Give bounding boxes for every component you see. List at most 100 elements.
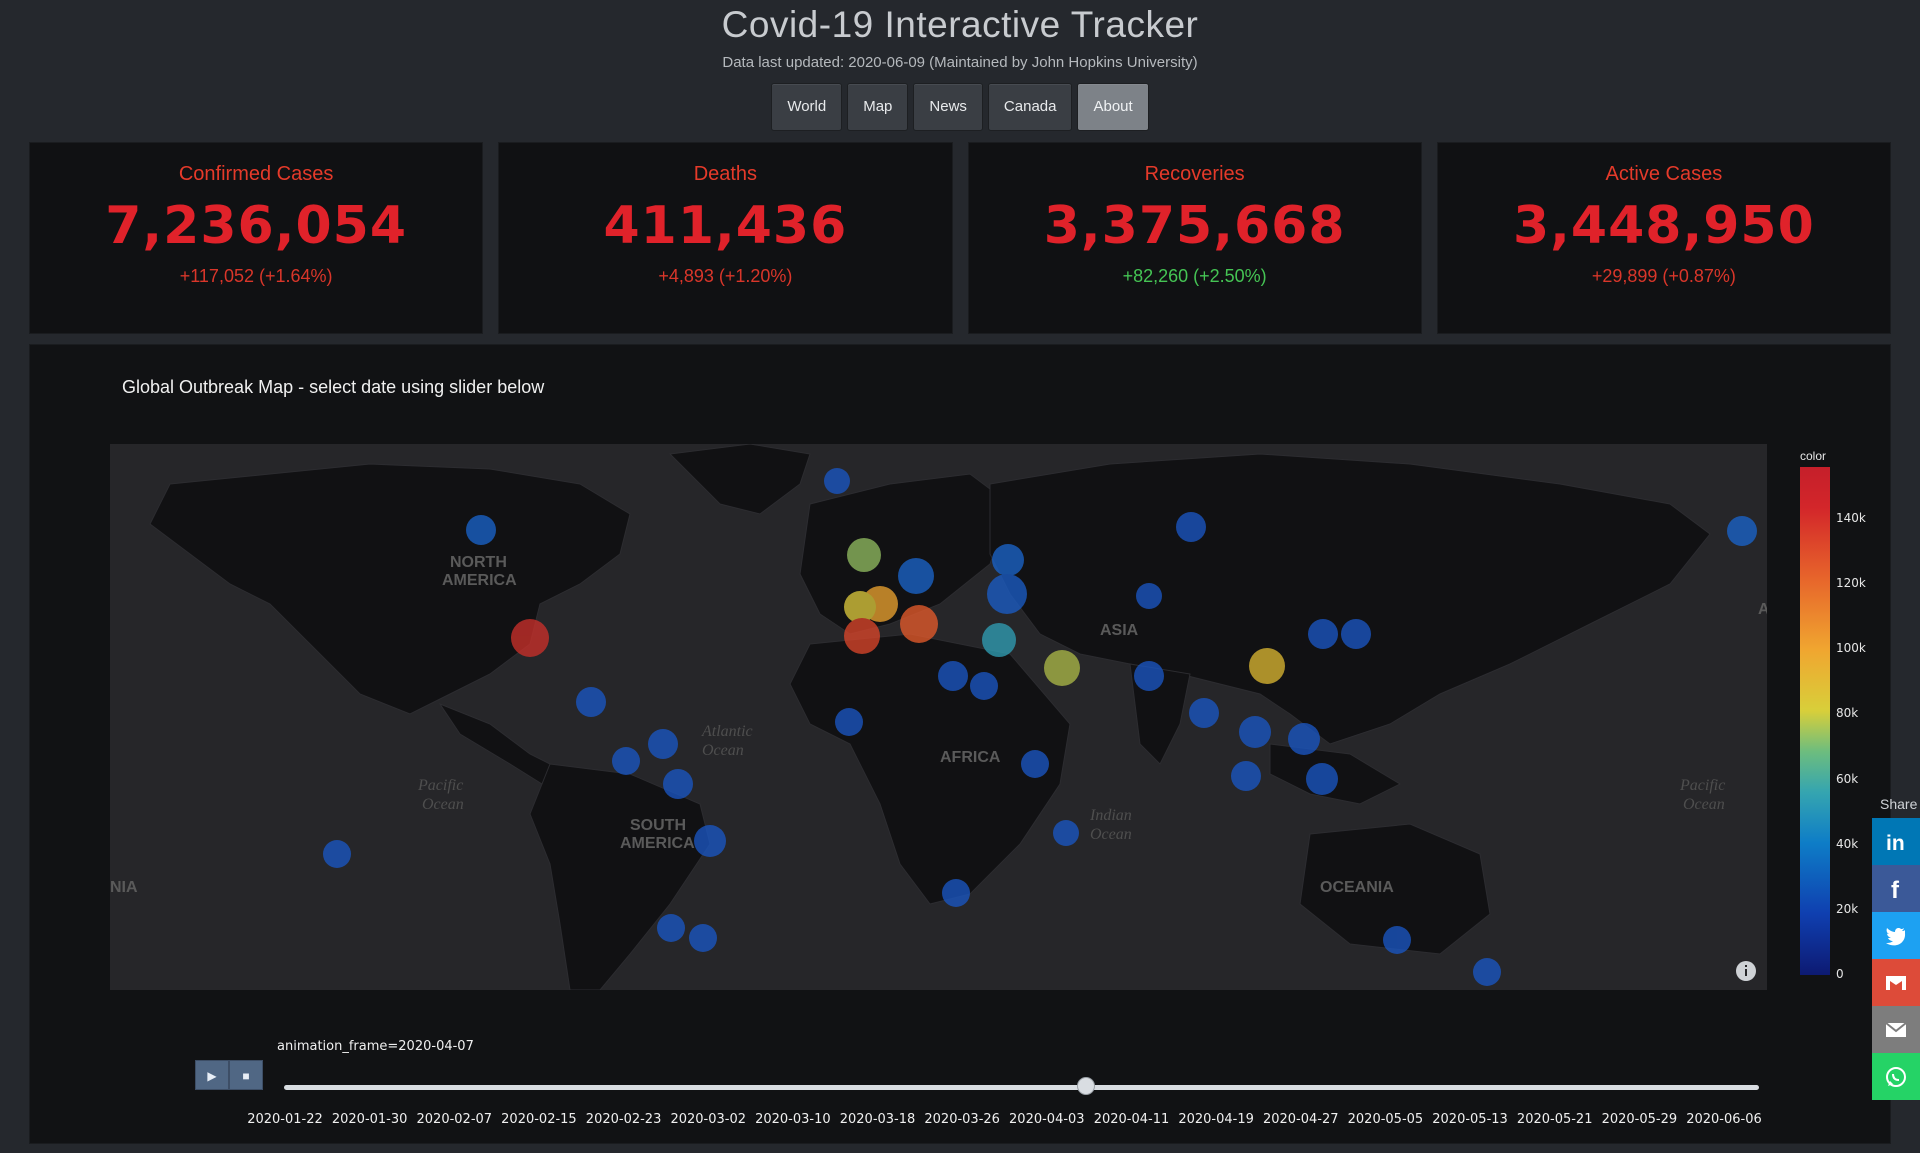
- card-value: 411,436: [603, 196, 848, 256]
- date-tick-label: 2020-05-13: [1432, 1112, 1508, 1127]
- bubble-kazakhstan[interactable]: [1176, 512, 1206, 542]
- card-value: 3,375,668: [1043, 196, 1346, 256]
- bubble-iran[interactable]: [1044, 650, 1080, 686]
- card-delta: +4,893 (+1.20%): [658, 266, 793, 286]
- whatsapp-share-button[interactable]: [1872, 1053, 1920, 1100]
- nav-map-button[interactable]: Map: [847, 83, 909, 131]
- bubble-vietnam[interactable]: [1288, 723, 1320, 755]
- bubble-alaska[interactable]: [1727, 516, 1757, 546]
- bubble-new-zealand[interactable]: [1473, 958, 1501, 986]
- date-slider[interactable]: [284, 1077, 1759, 1095]
- bubble-netherlands[interactable]: [898, 558, 934, 594]
- play-button[interactable]: ▶: [195, 1060, 229, 1090]
- bubble-australia[interactable]: [1383, 926, 1411, 954]
- bubble-turkey[interactable]: [982, 623, 1016, 657]
- pacific-ocean-label: Pacific: [1679, 777, 1725, 794]
- map-title: Global Outbreak Map - select date using …: [122, 377, 545, 397]
- email-share-button[interactable]: [1872, 1006, 1920, 1053]
- card-delta: +29,899 (+0.87%): [1591, 266, 1736, 286]
- world-map[interactable]: NORTH AMERICA SOUTH AMERICA AFRICA ASIA …: [110, 444, 1767, 990]
- date-tick-label: 2020-05-29: [1601, 1112, 1678, 1127]
- date-tick-label: 2020-03-02: [670, 1112, 747, 1127]
- land-masses: [149, 444, 1711, 990]
- bubble-chile[interactable]: [657, 914, 685, 942]
- date-tick-label: 2020-04-27: [1262, 1112, 1339, 1127]
- linkedin-icon: in: [1886, 832, 1905, 855]
- nav-about-button[interactable]: About: [1077, 83, 1149, 131]
- map-canvas[interactable]: NORTH AMERICA SOUTH AMERICA AFRICA ASIA …: [110, 444, 1767, 990]
- bubble-egypt[interactable]: [938, 661, 968, 691]
- asia-land: [989, 453, 1711, 745]
- twitter-share-button[interactable]: [1872, 912, 1920, 959]
- bubble-south-africa[interactable]: [942, 879, 970, 907]
- gmail-share-button[interactable]: [1872, 959, 1920, 1006]
- colorbar-tick-label: 80k: [1836, 706, 1859, 721]
- animation-frame-label: animation_frame=2020-04-07: [277, 1039, 474, 1054]
- date-tick-label: 2020-05-21: [1516, 1112, 1593, 1127]
- south-america-label: AMERICA: [620, 835, 695, 852]
- bubble-ecuador[interactable]: [612, 747, 640, 775]
- bubble-malaysia[interactable]: [1231, 761, 1261, 791]
- share-label: Share: [1880, 796, 1918, 812]
- svg-text:f: f: [1891, 877, 1900, 902]
- nav-world-button[interactable]: World: [771, 83, 843, 131]
- bubble-russia[interactable]: [992, 544, 1024, 576]
- bubble-iceland[interactable]: [824, 468, 850, 494]
- card-value: 3,448,950: [1512, 196, 1815, 256]
- colorbar-tick-label: 100k: [1836, 641, 1866, 656]
- bubble-brazil[interactable]: [694, 825, 726, 857]
- nav-canada-button[interactable]: Canada: [987, 83, 1073, 131]
- pacific-ocean-label: Ocean: [422, 796, 464, 813]
- date-tick-label: 2020-06-06: [1686, 1112, 1762, 1127]
- bubble-china[interactable]: [1249, 648, 1285, 684]
- bubble-japan[interactable]: [1341, 619, 1371, 649]
- colorbar-tick-label: 20k: [1836, 901, 1859, 916]
- date-tick-labels: 2020-01-22 2020-01-30 2020-02-07 2020-02-15…: [30, 1112, 1890, 1132]
- facebook-icon: f: [1891, 877, 1900, 902]
- facebook-share-button[interactable]: f: [1872, 865, 1920, 912]
- bubble-peru[interactable]: [663, 769, 693, 799]
- bubble-uk[interactable]: [847, 538, 881, 572]
- clipped-region-label: A: [1758, 601, 1767, 618]
- atlantic-ocean-label: Atlantic: [701, 723, 753, 740]
- bubble-usa[interactable]: [511, 619, 549, 657]
- bubble-korea[interactable]: [1308, 619, 1338, 649]
- bubble-indonesia[interactable]: [1306, 763, 1338, 795]
- card-delta: +82,260 (+2.50%): [1122, 266, 1267, 286]
- bubble-mexico[interactable]: [576, 687, 606, 717]
- nav-news-button[interactable]: News: [913, 83, 983, 131]
- card-title: Active Cases: [1605, 163, 1723, 185]
- bubble-italy[interactable]: [900, 605, 938, 643]
- bubble-colombia[interactable]: [648, 729, 678, 759]
- bubble-bangladesh[interactable]: [1189, 698, 1219, 728]
- slider-thumb[interactable]: [1076, 1077, 1095, 1095]
- bubble-saudi[interactable]: [970, 672, 998, 700]
- active-cases-card: Active Cases 3,448,950 +29,899 (+0.87%): [1436, 142, 1891, 334]
- date-tick-label: 2020-03-26: [924, 1112, 1000, 1127]
- bubble-argentina[interactable]: [689, 924, 717, 952]
- envelope-icon: [1885, 1021, 1907, 1037]
- bubble-west-africa[interactable]: [835, 708, 863, 736]
- date-tick-label: 2020-05-05: [1347, 1112, 1424, 1127]
- info-icon[interactable]: [1735, 960, 1757, 982]
- stop-button[interactable]: ■: [229, 1060, 263, 1090]
- bubble-thailand[interactable]: [1239, 716, 1271, 748]
- colorbar-legend: color 140k 120k 100k 80k 60k 40k 20k 0: [1800, 449, 1866, 981]
- stats-cards: Confirmed Cases 7,236,054 +117,052 (+1.6…: [29, 142, 1891, 334]
- date-tick-label: 2020-01-22: [247, 1112, 323, 1127]
- asia-label: ASIA: [1100, 622, 1139, 639]
- bubble-hawaii[interactable]: [323, 840, 351, 868]
- bubble-canada[interactable]: [466, 515, 496, 545]
- card-title: Recoveries: [1144, 163, 1245, 185]
- outbreak-map-panel: Global Outbreak Map - select date using …: [29, 344, 1891, 1144]
- recoveries-card: Recoveries 3,375,668 +82,260 (+2.50%): [967, 142, 1422, 334]
- whatsapp-icon: [1886, 1066, 1906, 1087]
- bubble-madagascar[interactable]: [1053, 820, 1079, 846]
- bubble-germany[interactable]: [987, 574, 1027, 614]
- linkedin-share-button[interactable]: in: [1872, 818, 1920, 865]
- bubble-india[interactable]: [1136, 663, 1162, 689]
- date-tick-label: 2020-03-10: [755, 1112, 831, 1127]
- bubble-ethiopia[interactable]: [1021, 750, 1049, 778]
- bubble-spain[interactable]: [844, 618, 880, 654]
- bubble-afghanistan[interactable]: [1136, 583, 1162, 609]
